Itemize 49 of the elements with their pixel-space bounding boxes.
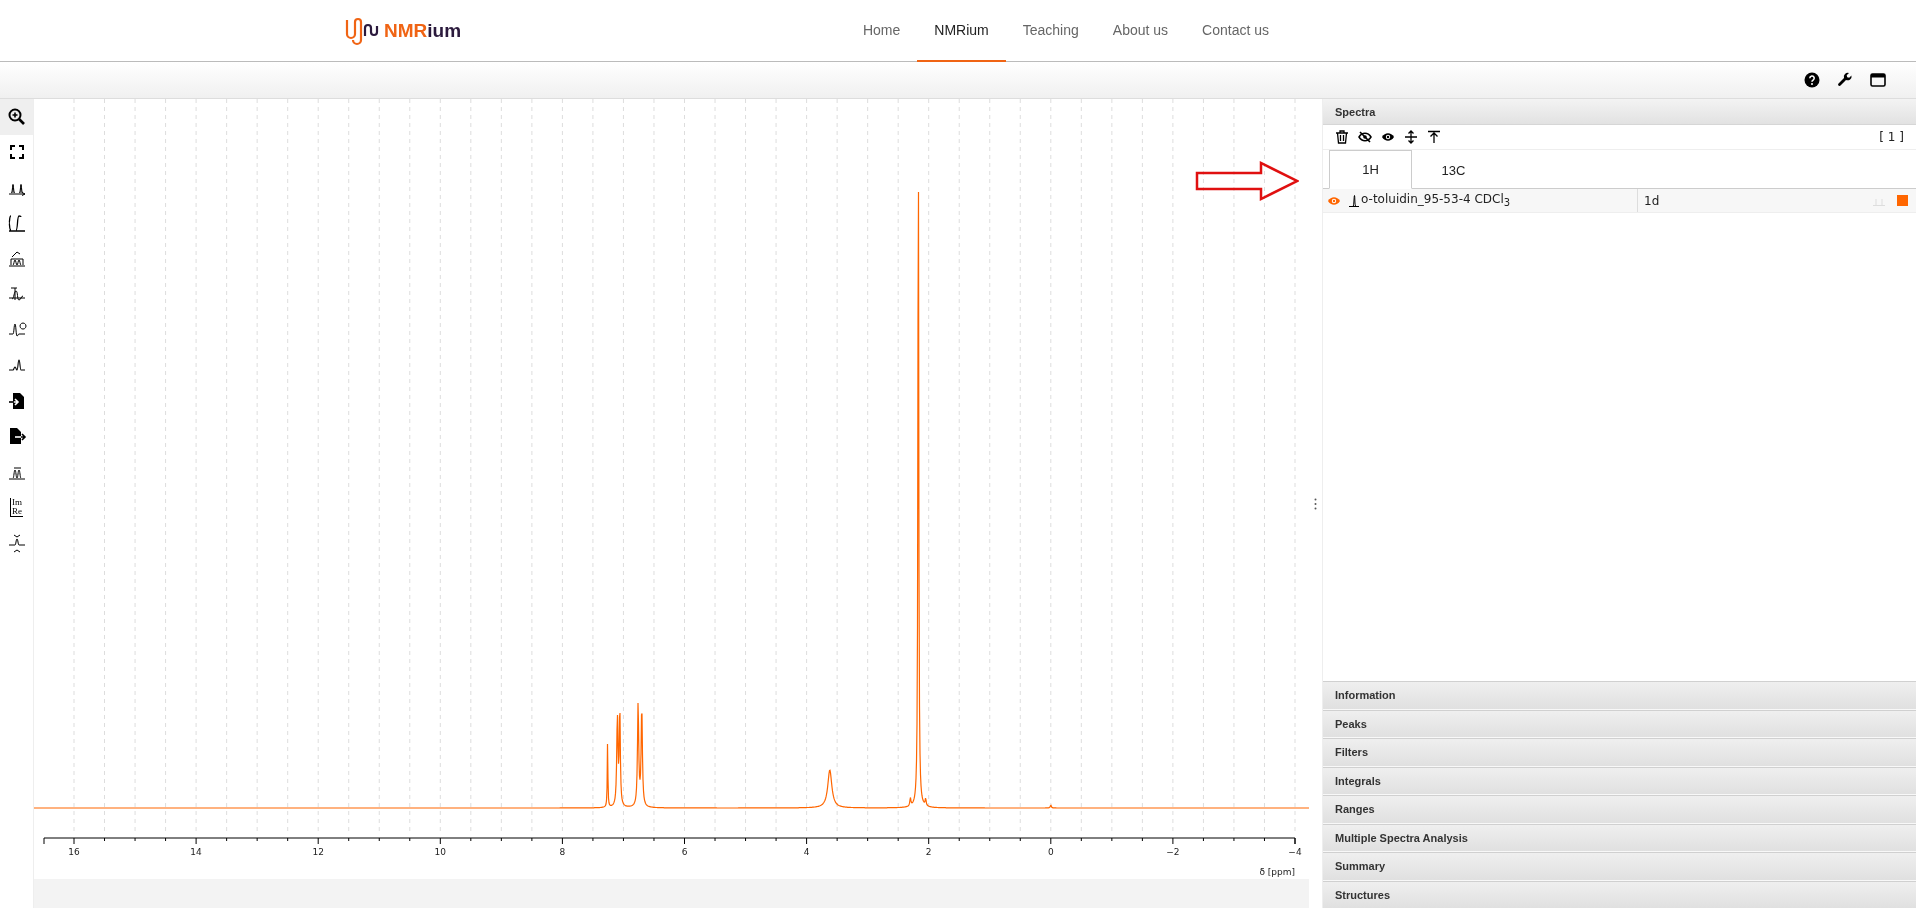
- tick-label: 2: [925, 847, 932, 857]
- nav-link[interactable]: Contact us: [1185, 0, 1286, 62]
- eye-off-icon[interactable]: [1358, 130, 1372, 144]
- panel-header[interactable]: Ranges: [1323, 795, 1916, 824]
- axis-title: δ [ppm]: [1259, 867, 1295, 877]
- logo-text: NMRium: [384, 19, 462, 42]
- tick-label: 12: [312, 847, 324, 857]
- panel-header[interactable]: Spectra: [1323, 99, 1916, 125]
- panel-header[interactable]: Structures: [1323, 880, 1916, 908]
- trash-icon[interactable]: [1335, 130, 1349, 144]
- panel-header[interactable]: Information: [1323, 681, 1916, 710]
- tick-label: −2: [1166, 847, 1180, 857]
- panel-header[interactable]: Multiple Spectra Analysis: [1323, 823, 1916, 852]
- tick-label: 8: [559, 847, 566, 857]
- tick-label: −4: [1288, 847, 1302, 857]
- exclusion-zone-icon: [6, 532, 27, 553]
- spectrum-type: 1d: [1643, 193, 1661, 208]
- file-import-icon: [6, 390, 27, 411]
- tick-label: 14: [190, 847, 202, 857]
- wrench-icon[interactable]: [1837, 72, 1853, 88]
- split-arrows-icon[interactable]: [1404, 130, 1418, 144]
- tab[interactable]: 13C: [1412, 150, 1495, 189]
- spectrum-icon: [1349, 194, 1359, 207]
- help-icon[interactable]: [1804, 72, 1820, 88]
- color-swatch[interactable]: [1897, 195, 1908, 206]
- panel-header[interactable]: Integrals: [1323, 766, 1916, 795]
- spectra-count: [ 1 ]: [1879, 130, 1904, 144]
- tick-label: 0: [1047, 847, 1054, 857]
- logo-icon: [345, 15, 379, 46]
- nav-link[interactable]: Home: [845, 0, 918, 62]
- tick-label: 6: [681, 847, 688, 857]
- arrow-up-icon[interactable]: [1427, 130, 1441, 144]
- tool-button[interactable]: [0, 99, 33, 135]
- tick-label: 10: [434, 847, 447, 857]
- eye-icon[interactable]: [1381, 130, 1395, 144]
- integral-icon: [6, 213, 27, 234]
- nav-link[interactable]: About us: [1095, 0, 1186, 62]
- spectrum-name[interactable]: o-toluidin_95-53-4 CDCl$_{3}$: [1361, 192, 1511, 209]
- zoom-in-icon: [6, 106, 27, 127]
- tool-button[interactable]: Im Re: [0, 489, 33, 525]
- splitter-handle-icon[interactable]: [1314, 498, 1317, 510]
- panel-header[interactable]: Summary: [1323, 852, 1916, 881]
- panel-header[interactable]: Peaks: [1323, 709, 1916, 738]
- tab[interactable]: 1H: [1329, 150, 1412, 189]
- panel-header[interactable]: Filters: [1323, 738, 1916, 767]
- nav-link[interactable]: Teaching: [1005, 0, 1096, 62]
- tick-label: 16: [68, 847, 80, 857]
- window-icon[interactable]: [1870, 72, 1886, 88]
- tick-label: 4: [803, 847, 810, 857]
